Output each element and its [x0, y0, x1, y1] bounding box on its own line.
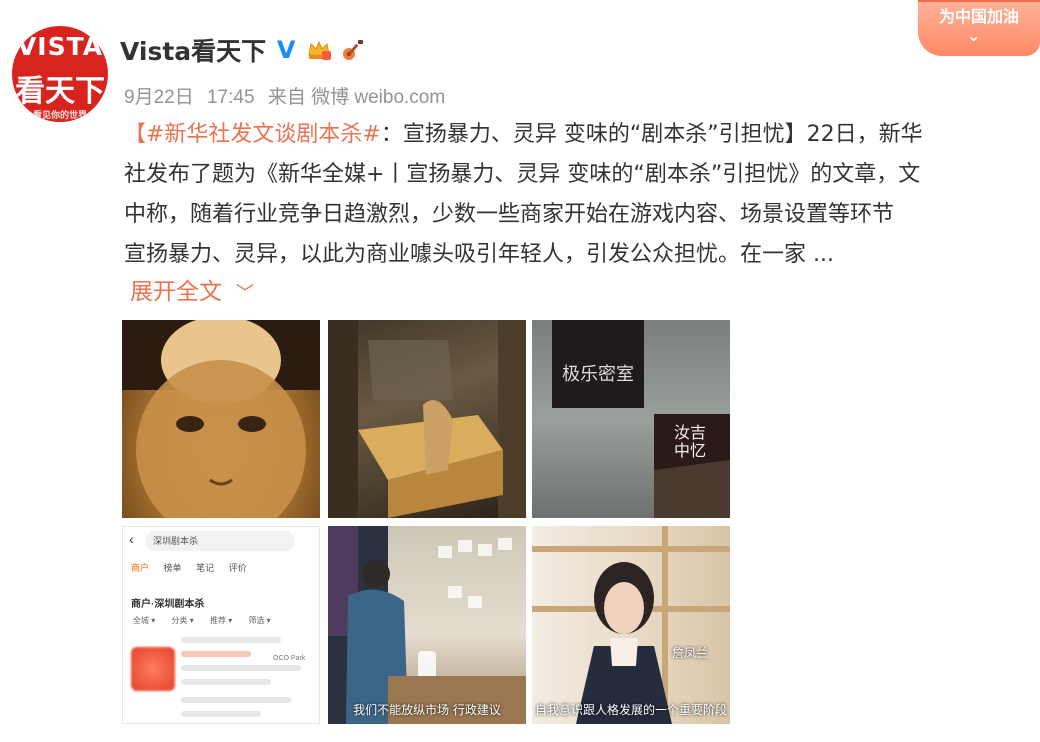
image-inspection-scene[interactable]: 我们不能放纵市场 行政建议 — [328, 526, 526, 724]
post-meta: 9月22日 17:45 来自 微博 weibo.com — [124, 82, 453, 109]
post-body: 【#新华社发文谈剧本杀#：宣扬暴力、灵异 变味的“剧本杀”引担忧】22日，新华 … — [124, 115, 1024, 275]
app-filter: 推荐 ▾ — [209, 616, 233, 625]
post-source[interactable]: 来自 微博 weibo.com — [268, 87, 445, 108]
post-line-3: 中称，随着行业竞争日趋激烈，少数一些商家开始在游戏内容、场景设置等环节 — [124, 202, 895, 227]
guitar-badge-icon[interactable] — [340, 37, 366, 63]
blurred-line — [181, 697, 291, 703]
post-time[interactable]: 17:45 — [207, 87, 255, 108]
back-icon: ‹ — [129, 531, 134, 547]
expand-label: 展开全文 — [130, 279, 222, 305]
app-section-title: 商户·深圳剧本杀 — [131, 599, 205, 610]
user-name-row: Vista看天下 V — [120, 34, 366, 66]
app-tab-rank: 榜单 — [163, 563, 182, 573]
speaker-name: 詹凤兰 — [672, 646, 709, 660]
chevron-down-icon[interactable]: ⌄ — [967, 28, 980, 44]
cheer-banner[interactable]: 为中国加油 ⌄ — [918, 0, 1040, 56]
blurred-line — [181, 679, 271, 685]
app-tabs: 商户 榜单 笔记 评价 — [131, 561, 259, 574]
cheer-banner-label: 为中国加油 — [938, 7, 1019, 26]
crown-badge-icon[interactable] — [306, 37, 332, 63]
blurred-line — [181, 711, 261, 717]
app-filter: 筛选 ▾ — [248, 616, 271, 625]
image-game-boxes[interactable]: 极乐密室 汝吉中忆 — [532, 320, 730, 518]
image-interview[interactable]: 詹凤兰 自我意识跟人格发展的一个重要阶段 — [532, 526, 730, 724]
post-line-2: 社发布了题为《新华全媒+丨宣扬暴力、灵异 变味的“剧本杀”引担忧》的文章，文 — [124, 162, 921, 187]
app-filter: 分类 ▾ — [171, 616, 194, 625]
image-mask-face[interactable] — [122, 320, 320, 518]
hashtag-link[interactable]: 【#新华社发文谈剧本杀# — [124, 122, 381, 147]
image-app-listing[interactable]: ‹ 深圳剧本杀 商户 榜单 笔记 评价 商户·深圳剧本杀 全城 ▾ 分类 ▾ 推… — [122, 526, 320, 724]
app-tab-shops: 商户 — [131, 563, 150, 573]
blurred-shop-logo — [131, 647, 175, 691]
blurred-line — [181, 651, 251, 657]
avatar-text-main: 看天下 — [15, 74, 105, 109]
app-place: OCO Park — [273, 655, 306, 662]
post-line-4: 宣扬暴力、灵异，以此为商业噱头吸引年轻人，引发公众担忧。在一家 ... — [124, 242, 834, 267]
video-caption: 自我意识跟人格发展的一个重要阶段 — [534, 703, 727, 717]
box-title-2: 汝吉中忆 — [674, 423, 707, 460]
verified-icon[interactable]: V — [274, 36, 298, 64]
username[interactable]: Vista看天下 — [120, 32, 266, 68]
app-tab-reviews: 评价 — [228, 563, 247, 573]
expand-full-text-button[interactable]: 展开全文 ﹀ — [130, 272, 254, 306]
avatar-text-bottom: 看见你的世界 — [32, 111, 87, 121]
box-title-1: 极乐密室 — [562, 364, 634, 385]
app-tab-notes: 笔记 — [196, 563, 215, 573]
blurred-line — [181, 665, 301, 671]
avatar[interactable]: VISTA 看天下 看见你的世界 — [12, 26, 108, 122]
image-coffin-room[interactable] — [328, 320, 526, 518]
app-search-box: 深圳剧本杀 — [145, 531, 295, 551]
blurred-line — [181, 637, 281, 643]
video-caption: 我们不能放纵市场 行政建议 — [353, 703, 501, 717]
post-line-1: 【#新华社发文谈剧本杀#：宣扬暴力、灵异 变味的“剧本杀”引担忧】22日，新华 — [124, 122, 923, 147]
avatar-text-top: VISTA — [16, 32, 104, 61]
chevron-down-icon: ﹀ — [236, 283, 254, 304]
post-date[interactable]: 9月22日 — [124, 87, 194, 108]
app-filter: 全城 ▾ — [133, 616, 156, 625]
app-filters: 全城 ▾ 分类 ▾ 推荐 ▾ 筛选 ▾ — [133, 615, 285, 626]
